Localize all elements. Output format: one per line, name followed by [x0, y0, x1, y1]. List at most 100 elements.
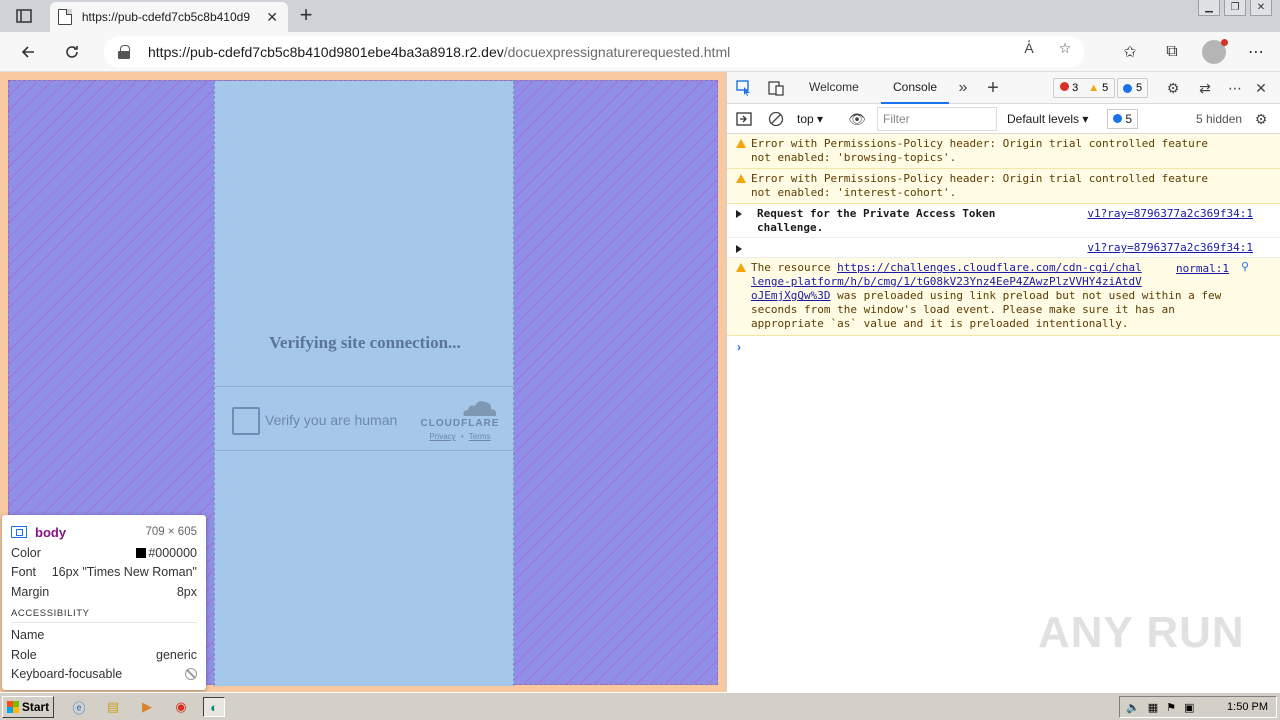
tab-welcome[interactable]: Welcome: [809, 72, 859, 104]
back-arrow-icon: [21, 46, 34, 58]
chrome-icon[interactable]: ◉: [170, 697, 192, 717]
add-favorite-icon[interactable]: ☆: [1056, 40, 1074, 57]
favorites-icon[interactable]: ✩: [1118, 40, 1142, 64]
message-text: Error with Permissions-Policy header: Or…: [751, 137, 1208, 164]
warning-count: 5: [1102, 82, 1109, 94]
source-link[interactable]: v1?ray=8796377a2c369f34:1: [1087, 207, 1253, 221]
console-prompt[interactable]: ›: [727, 336, 1280, 358]
start-label: Start: [21, 700, 50, 714]
edge-icon[interactable]: ◐: [203, 697, 225, 717]
keyboard-label: Keyboard-focusable: [11, 667, 123, 682]
issue-counts[interactable]: 3 ▲ 5: [1053, 78, 1116, 98]
action-center-icon[interactable]: ▣: [1184, 701, 1194, 714]
source-link[interactable]: normal:1: [1176, 262, 1229, 276]
margin-value: 8px: [176, 584, 197, 599]
message-text: Request for the Private Access Token cha…: [757, 207, 996, 234]
toolbar-right: ✩ ⧉ ⋯: [1118, 39, 1268, 64]
lock-icon[interactable]: [118, 45, 130, 59]
page-icon: [58, 9, 72, 25]
levels-dropdown[interactable]: Default levels ▾: [1007, 112, 1088, 126]
flag-icon[interactable]: ⚑: [1166, 701, 1176, 714]
close-window-button[interactable]: ✕: [1250, 0, 1272, 16]
device-emulation-icon[interactable]: [766, 78, 786, 98]
network-icon[interactable]: ▦: [1148, 701, 1158, 714]
system-tray: 🔈 ▦ ⚑ ▣ 1:50 PM: [1119, 696, 1277, 718]
settings-menu-icon[interactable]: ⋯: [1244, 40, 1268, 64]
tab-console[interactable]: Console: [881, 72, 950, 104]
navigation-bar: https://pub-cdefd7cb5c8b410d9801ebe4ba3a…: [0, 32, 1280, 72]
address-bar[interactable]: https://pub-cdefd7cb5c8b410d9801ebe4ba3a…: [104, 36, 1084, 68]
more-options-icon[interactable]: ⋯: [1225, 78, 1245, 98]
address-bar-actions: A᷾ ☆: [1020, 40, 1074, 57]
verify-label: Verify you are human: [265, 412, 398, 428]
refresh-button[interactable]: [60, 40, 84, 64]
close-tab-icon[interactable]: ✕: [264, 9, 280, 26]
explorer-icon[interactable]: ▤: [102, 697, 124, 717]
restore-button[interactable]: ❐: [1224, 0, 1246, 16]
clock[interactable]: 1:50 PM: [1227, 701, 1268, 713]
cloudflare-brand: CLOUDFLARE: [420, 418, 500, 429]
inspect-tooltip: body 709 × 605 Color #000000 Font 16px "Ti…: [2, 515, 206, 690]
console-warning[interactable]: Error with Permissions-Policy header: Or…: [727, 134, 1280, 169]
warning-icon: [736, 139, 746, 148]
tooltip-header: body 709 × 605: [11, 521, 197, 543]
expand-arrow-icon[interactable]: [736, 245, 742, 253]
customize-icon[interactable]: ⇄: [1195, 78, 1215, 98]
privacy-link[interactable]: Privacy: [429, 432, 455, 441]
sidebar-toggle-icon[interactable]: [734, 109, 754, 129]
url-text: https://pub-cdefd7cb5c8b410d9801ebe4ba3a…: [148, 44, 730, 60]
minimize-button[interactable]: ▁: [1198, 0, 1220, 16]
issues-button[interactable]: 5: [1107, 109, 1139, 129]
console-toolbar: top ▾ 👁 Filter Default levels ▾ 5 5 hidd…: [727, 104, 1280, 134]
add-tab-icon[interactable]: +: [983, 77, 1003, 99]
clear-icon: [768, 111, 784, 127]
start-button[interactable]: Start: [2, 696, 54, 718]
color-row: Color #000000: [11, 543, 197, 563]
profile-button[interactable]: [1202, 39, 1228, 64]
tab-actions-button[interactable]: [10, 6, 38, 26]
console-warning[interactable]: Error with Permissions-Policy header: Or…: [727, 169, 1280, 204]
media-player-icon[interactable]: ▶: [136, 697, 158, 717]
color-value-wrap: #000000: [136, 546, 197, 560]
collections-icon[interactable]: ⧉: [1160, 40, 1184, 64]
warning-icon: [736, 174, 746, 183]
live-expression-icon[interactable]: 👁: [847, 109, 867, 129]
filter-input[interactable]: Filter: [877, 107, 997, 131]
refresh-icon: [66, 46, 78, 58]
back-button[interactable]: [16, 40, 40, 64]
expand-arrow-icon[interactable]: [736, 210, 742, 218]
devtools-tabbar: Welcome Console » + 3 ▲ 5 5 ⚙ ⇄ ⋯ ✕: [727, 72, 1280, 104]
console-group[interactable]: Request for the Private Access Token cha…: [727, 204, 1280, 238]
browser-tab[interactable]: https://pub-cdefd7cb5c8b410d9 ✕: [50, 2, 288, 32]
read-aloud-icon[interactable]: A᷾: [1020, 40, 1038, 57]
more-tabs-icon[interactable]: »: [953, 78, 973, 98]
terms-link[interactable]: Terms: [469, 432, 491, 441]
console-settings-icon[interactable]: ⚙: [1251, 109, 1271, 129]
new-tab-button[interactable]: +: [296, 4, 316, 26]
taskbar: Start ⓔ ▤ ▶ ◉ ◐ 🔈 ▦ ⚑ ▣ 1:50 PM: [0, 692, 1280, 720]
window-controls: ▁ ❐ ✕: [1198, 0, 1272, 18]
settings-gear-icon[interactable]: ⚙: [1163, 78, 1183, 98]
context-selector[interactable]: top ▾: [797, 112, 823, 126]
info-count-value: 5: [1136, 82, 1143, 94]
console-group[interactable]: v1?ray=8796377a2c369f34:1: [727, 238, 1280, 258]
color-value: #000000: [148, 545, 197, 560]
close-devtools-icon[interactable]: ✕: [1251, 78, 1271, 98]
name-row: Name: [11, 626, 197, 646]
clear-console-icon[interactable]: [766, 109, 786, 129]
page-viewport: Verifying site connection... Verify you …: [0, 72, 726, 692]
volume-icon[interactable]: 🔈: [1126, 701, 1140, 714]
console-warning[interactable]: The resource https://challenges.cloudfla…: [727, 258, 1280, 336]
inspect-cursor-icon: [736, 80, 750, 96]
info-icon: [1123, 83, 1132, 93]
tag-name: body: [35, 524, 67, 540]
font-value: 16px "Times New Roman": [51, 565, 197, 580]
error-icon: [1060, 82, 1069, 91]
source-link[interactable]: v1?ray=8796377a2c369f34:1: [1087, 241, 1253, 255]
verify-checkbox[interactable]: [232, 407, 260, 435]
element-dimensions: 709 × 605: [145, 526, 197, 538]
ie-icon[interactable]: ⓔ: [68, 697, 90, 717]
search-icon[interactable]: ⚲: [1241, 260, 1249, 274]
info-count[interactable]: 5: [1117, 78, 1149, 98]
inspect-element-icon[interactable]: [734, 78, 754, 98]
